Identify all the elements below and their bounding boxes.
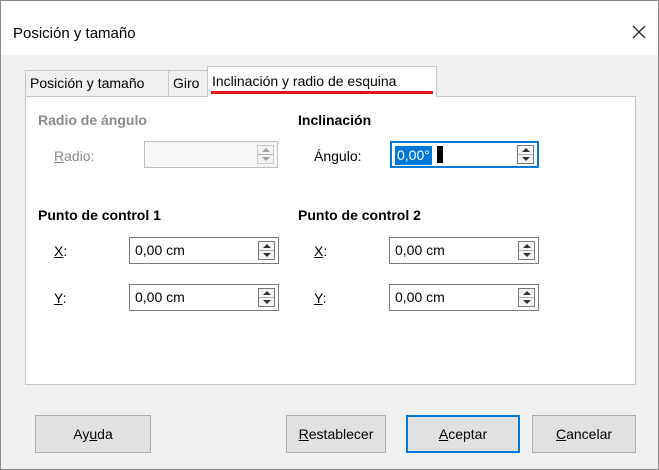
cp1-x-value: 0,00 cm <box>135 242 185 258</box>
position-size-dialog: Posición y tamaño Posición y tamaño Giro… <box>0 0 659 470</box>
cancel-label-rest: ancelar <box>566 426 613 442</box>
spin-down-icon <box>522 253 531 257</box>
cp2-x-label: X: <box>314 243 327 259</box>
tab-rotation[interactable]: Giro <box>168 70 208 96</box>
ok-label-mnemonic: A <box>438 426 449 442</box>
angle-label-mnemonic: g <box>331 148 339 164</box>
cp1-x-label: X: <box>54 243 67 259</box>
control-point-2-heading: Punto de control 2 <box>298 207 421 223</box>
help-label-mnemonic: u <box>89 426 98 442</box>
cp1-x-spin-buttons <box>258 241 275 260</box>
spin-down-icon <box>262 300 271 304</box>
cp1-y-label-rest: : <box>62 290 67 306</box>
angle-value: 0,00° <box>395 146 432 165</box>
radius-label-mnemonic: R <box>54 148 65 164</box>
cp2-y-label: Y: <box>314 290 326 306</box>
spin-up-icon <box>261 148 270 152</box>
active-tab-indicator <box>211 91 433 94</box>
tab-panel: Radio de ángulo Radio: Inclinación Ángul… <box>25 96 636 385</box>
cancel-button[interactable]: Cancelar <box>532 415 636 453</box>
radius-label-rest: adio: <box>64 148 95 164</box>
spin-up-icon <box>262 244 271 248</box>
radius-increment-button[interactable] <box>258 146 273 155</box>
cp1-x-decrement-button[interactable] <box>259 251 274 259</box>
dialog-title: Posición y tamaño <box>13 25 136 42</box>
spin-up-icon <box>521 148 530 152</box>
reset-label-mnemonic: R <box>298 426 309 442</box>
cp2-y-decrement-button[interactable] <box>519 298 534 306</box>
cp2-x-decrement-button[interactable] <box>519 251 534 259</box>
cp2-y-spinbox[interactable]: 0,00 cm <box>389 284 539 311</box>
title-bar: Posición y tamaño <box>1 1 658 55</box>
cp1-x-label-rest: : <box>63 243 68 259</box>
cp1-x-increment-button[interactable] <box>259 242 274 251</box>
cp2-y-spin-buttons <box>518 288 535 307</box>
angle-value-text: 0,00° <box>397 147 430 163</box>
help-label-post: da <box>97 426 113 442</box>
close-icon <box>632 25 646 39</box>
cancel-label-mnemonic: C <box>555 426 567 442</box>
control-point-1-heading: Punto de control 1 <box>38 207 161 223</box>
slant-heading: Inclinación <box>298 112 372 128</box>
tab-position-size[interactable]: Posición y tamaño <box>25 70 169 96</box>
angle-label-pre: Án <box>314 148 332 164</box>
reset-button[interactable]: Restablecer <box>286 415 386 453</box>
spin-up-icon <box>262 291 271 295</box>
radius-spin-buttons <box>257 145 274 164</box>
radius-decrement-button[interactable] <box>258 155 273 163</box>
radius-label: Radio: <box>54 148 94 164</box>
angle-increment-button[interactable] <box>518 146 533 155</box>
spin-down-icon <box>521 157 530 161</box>
spin-up-icon <box>522 244 531 248</box>
cp1-y-label-mnemonic: Y <box>54 290 63 306</box>
cp1-x-spinbox[interactable]: 0,00 cm <box>129 237 279 264</box>
angle-spin-buttons <box>517 145 534 164</box>
help-button[interactable]: Ay u da <box>35 415 151 453</box>
spin-down-icon <box>261 157 270 161</box>
spin-up-icon <box>522 291 531 295</box>
cp2-y-label-rest: : <box>322 290 327 306</box>
cp1-y-label: Y: <box>54 290 66 306</box>
cp2-y-increment-button[interactable] <box>519 289 534 298</box>
radius-spinbox[interactable] <box>144 141 278 168</box>
angle-label-post: ulo: <box>338 148 362 164</box>
cp1-y-decrement-button[interactable] <box>259 298 274 306</box>
cp1-y-increment-button[interactable] <box>259 289 274 298</box>
cp2-x-value: 0,00 cm <box>395 242 445 258</box>
cp2-x-spin-buttons <box>518 241 535 260</box>
spin-down-icon <box>522 300 531 304</box>
cp2-x-label-rest: : <box>323 243 328 259</box>
cp1-y-spinbox[interactable]: 0,00 cm <box>129 284 279 311</box>
cp1-y-spin-buttons <box>258 288 275 307</box>
close-button[interactable] <box>626 19 652 45</box>
cp2-y-value: 0,00 cm <box>395 289 445 305</box>
cp2-x-increment-button[interactable] <box>519 242 534 251</box>
tab-slant-corner-radius[interactable]: Inclinación y radio de esquina <box>207 66 437 97</box>
cp1-y-value: 0,00 cm <box>135 289 185 305</box>
cp2-x-label-mnemonic: X <box>314 243 324 259</box>
text-cursor <box>437 146 443 163</box>
ok-label-rest: ceptar <box>448 426 488 442</box>
angle-label: Ángulo: <box>314 148 362 164</box>
help-label-pre: Ay <box>73 426 90 442</box>
ok-button[interactable]: Aceptar <box>406 415 520 453</box>
corner-radius-heading: Radio de ángulo <box>38 112 147 128</box>
cp1-x-label-mnemonic: X <box>54 243 64 259</box>
spin-down-icon <box>262 253 271 257</box>
cp2-x-spinbox[interactable]: 0,00 cm <box>389 237 539 264</box>
angle-decrement-button[interactable] <box>518 155 533 163</box>
reset-label-rest: establecer <box>308 426 374 442</box>
angle-spinbox[interactable]: 0,00° <box>390 141 539 168</box>
tab-slant-corner-radius-label: Inclinación y radio de esquina <box>212 73 397 89</box>
cp2-y-label-mnemonic: Y <box>314 290 323 306</box>
